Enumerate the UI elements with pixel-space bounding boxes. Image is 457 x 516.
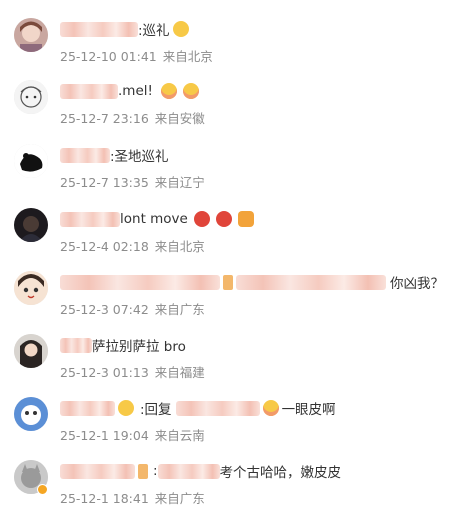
timestamp: 25-12-1 18:41: [60, 491, 149, 506]
sticker-icon: [138, 463, 148, 479]
avatar[interactable]: [14, 208, 48, 242]
timestamp: 25-12-4 02:18: [60, 239, 149, 254]
comment-meta: 25-12-3 01:13 来自福建: [60, 362, 211, 381]
comment-meta: 25-12-10 01:41 来自北京: [60, 46, 219, 65]
blushing-face-icon: [160, 83, 177, 99]
blurred-username[interactable]: [60, 337, 92, 353]
timestamp: 25-12-10 01:41: [60, 49, 157, 64]
blurred-reply-target[interactable]: [157, 463, 220, 479]
comment-item: :回复 一眼皮啊 25-12-1 19:04 来自云南: [0, 391, 457, 453]
timestamp: 25-12-7 13:35: [60, 175, 149, 190]
blushing-face-icon: [182, 83, 199, 99]
blurred-reply-target[interactable]: [236, 274, 386, 290]
comment-item: : 考个古哈哈，嫩皮皮 25-12-1 18:41 来自广东: [0, 454, 457, 516]
location: 来自辽宁: [154, 175, 205, 190]
comment-meta: 25-12-7 23:16 来自安徽: [60, 108, 211, 127]
verified-badge-icon: [37, 484, 48, 495]
location: 来自北京: [162, 49, 213, 64]
location: 来自云南: [154, 428, 205, 443]
angry-face-icon: [193, 211, 210, 227]
comment-list: :巡礼 25-12-10 01:41 来自北京 .mel! 25-12-7 23:…: [0, 0, 457, 514]
sticker-icon: [118, 400, 134, 416]
timestamp: 25-12-1 19:04: [60, 428, 149, 443]
timestamp: 25-12-7 23:16: [60, 111, 149, 126]
location: 来自北京: [154, 239, 205, 254]
comment-meta: 25-12-4 02:18 来自北京: [60, 236, 211, 255]
comment-body: 萨拉别萨拉 bro: [92, 339, 186, 355]
location: 来自广东: [154, 491, 205, 506]
blurred-username[interactable]: [60, 274, 220, 290]
comment-body: 考个古哈哈，嫩皮皮: [219, 465, 342, 481]
comment-text: 你凶我？: [60, 271, 444, 293]
avatar[interactable]: [14, 271, 48, 305]
location: 来自广东: [154, 302, 205, 317]
comment-text: : 考个古哈哈，嫩皮皮: [60, 460, 341, 482]
comment-meta: 25-12-3 07:42 来自广东: [60, 299, 211, 318]
location: 来自安徽: [154, 111, 205, 126]
cat-icon: [237, 211, 254, 227]
party-face-icon: [172, 21, 189, 37]
sticker-icon: [223, 274, 233, 290]
avatar[interactable]: [14, 397, 48, 431]
comment-item: :圣地巡礼 25-12-7 13:35 来自辽宁: [0, 138, 457, 200]
comment-text: 萨拉别萨拉 bro: [60, 334, 186, 356]
avatar[interactable]: [14, 80, 48, 114]
blurred-username[interactable]: [60, 400, 115, 416]
blurred-username[interactable]: [60, 21, 138, 37]
comment-meta: 25-12-1 19:04 来自云南: [60, 425, 211, 444]
colon-text: :: [153, 463, 158, 479]
comment-body: lont move: [120, 211, 188, 227]
tongue-face-icon: [262, 400, 279, 416]
blurred-reply-target[interactable]: [175, 400, 260, 416]
comment-item: .mel! 25-12-7 23:16 来自安徽: [0, 74, 457, 136]
comment-text: :圣地巡礼: [60, 144, 169, 166]
comment-text: :回复 一眼皮啊: [60, 397, 336, 419]
comment-text: lont move: [60, 208, 257, 230]
comment-item: lont move 25-12-4 02:18 来自北京: [0, 202, 457, 264]
avatar[interactable]: [14, 144, 48, 178]
comment-body: 你凶我？: [390, 276, 444, 292]
comment-text: .mel!: [60, 80, 202, 102]
blurred-username[interactable]: [60, 83, 118, 99]
comment-item: :巡礼 25-12-10 01:41 来自北京: [0, 12, 457, 74]
comment-item: 你凶我？ 25-12-3 07:42 来自广东: [0, 265, 457, 327]
blurred-username[interactable]: [60, 147, 110, 163]
avatar[interactable]: [14, 334, 48, 368]
angry-face-icon: [215, 211, 232, 227]
comment-body: 一眼皮啊: [281, 402, 336, 418]
comment-text: :巡礼: [60, 18, 192, 40]
timestamp: 25-12-3 07:42: [60, 302, 149, 317]
comment-meta: 25-12-7 13:35 来自辽宁: [60, 172, 211, 191]
comment-item: 萨拉别萨拉 bro 25-12-3 01:13 来自福建: [0, 328, 457, 390]
comment-meta: 25-12-1 18:41 来自广东: [60, 488, 211, 507]
location: 来自福建: [154, 365, 205, 380]
blurred-username[interactable]: [60, 463, 135, 479]
reply-label: :回复: [140, 402, 172, 418]
timestamp: 25-12-3 01:13: [60, 365, 149, 380]
comment-body: .mel!: [118, 83, 153, 99]
avatar[interactable]: [14, 18, 48, 52]
comment-body: :巡礼: [138, 23, 170, 39]
comment-body: :圣地巡礼: [110, 149, 169, 165]
blurred-username[interactable]: [60, 211, 120, 227]
